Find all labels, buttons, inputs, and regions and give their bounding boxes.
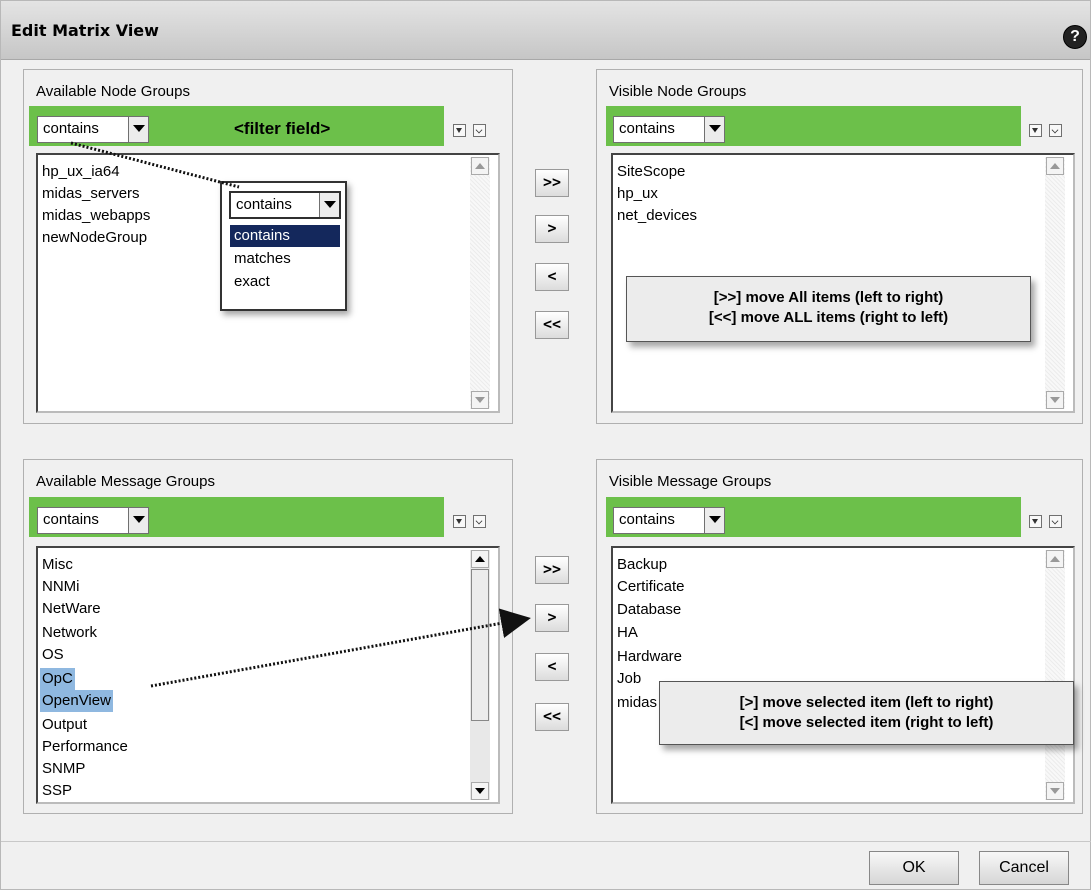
annotation-arrows <box>70 141 531 688</box>
callout-line: [<<] move ALL items (right to left) <box>708 309 949 326</box>
callout-line: [<] move selected item (right to left) <box>739 714 994 731</box>
callout-line: [>] move selected item (left to right) <box>739 694 994 711</box>
footer-divider <box>1 841 1091 842</box>
cancel-button[interactable]: Cancel <box>979 851 1069 885</box>
callout-line: [>>] move All items (left to right) <box>713 289 944 306</box>
move-callout-arrow <box>150 608 531 688</box>
edit-matrix-view-dialog: Edit Matrix View ? Available Node Groups… <box>0 0 1091 890</box>
ok-button[interactable]: OK <box>869 851 959 885</box>
move-selected-callout: [>] move selected item (left to right) [… <box>659 681 1074 745</box>
filter-callout-arrow <box>70 141 240 189</box>
move-all-callout: [>>] move All items (left to right) [<<]… <box>626 276 1031 342</box>
